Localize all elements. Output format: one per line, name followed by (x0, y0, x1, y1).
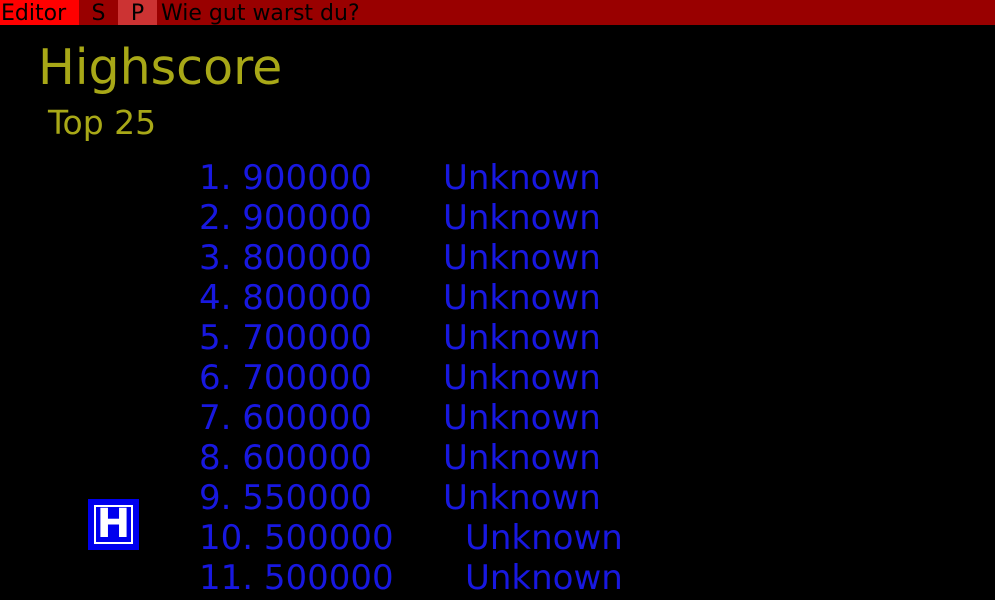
rank: 10. (199, 518, 254, 558)
rank-score: 5. 700000 (199, 318, 372, 358)
score: 700000 (242, 318, 373, 358)
player-name: Unknown (443, 278, 601, 318)
s-menu-button[interactable]: S (79, 0, 118, 26)
score: 600000 (242, 398, 373, 438)
page-title: Highscore (38, 39, 283, 96)
score: 550000 (242, 478, 373, 518)
h-icon-button[interactable]: H (88, 499, 139, 550)
rank: 4. (199, 278, 232, 318)
score: 900000 (242, 198, 373, 238)
player-name: Unknown (443, 198, 601, 238)
rank: 11. (199, 558, 254, 598)
player-name: Unknown (443, 318, 601, 358)
page-subtitle: Top 25 (48, 103, 157, 142)
player-name: Unknown (465, 518, 623, 558)
rank-score: 10. 500000 (199, 518, 394, 558)
score: 500000 (263, 558, 394, 598)
player-name: Unknown (443, 478, 601, 518)
score: 600000 (242, 438, 373, 478)
status-text: Wie gut warst du? (161, 1, 360, 26)
rank-score: 1. 900000 (199, 158, 372, 198)
menu-bar: Editor S P Wie gut warst du? (0, 0, 995, 26)
editor-menu-button[interactable]: Editor (0, 0, 79, 26)
score: 700000 (242, 358, 373, 398)
rank: 9. (199, 478, 232, 518)
rank-score: 11. 500000 (199, 558, 394, 598)
rank: 7. (199, 398, 232, 438)
player-name: Unknown (443, 238, 601, 278)
rank: 5. (199, 318, 232, 358)
p-menu-button[interactable]: P (118, 0, 157, 26)
score: 800000 (242, 238, 373, 278)
score: 500000 (263, 518, 394, 558)
player-name: Unknown (443, 158, 601, 198)
score: 800000 (242, 278, 373, 318)
player-name: Unknown (443, 438, 601, 478)
rank-score: 7. 600000 (199, 398, 372, 438)
player-name: Unknown (443, 358, 601, 398)
score: 900000 (242, 158, 373, 198)
rank-score: 4. 800000 (199, 278, 372, 318)
highscore-screen: Editor S P Wie gut warst du? Highscore T… (0, 0, 995, 600)
rank-score: 9. 550000 (199, 478, 372, 518)
rank: 6. (199, 358, 232, 398)
rank-score: 2. 900000 (199, 198, 372, 238)
h-icon: H (96, 501, 131, 547)
player-name: Unknown (443, 398, 601, 438)
player-name: Unknown (465, 558, 623, 598)
rank-score: 6. 700000 (199, 358, 372, 398)
rank: 2. (199, 198, 232, 238)
rank-score: 8. 600000 (199, 438, 372, 478)
rank: 1. (199, 158, 232, 198)
rank: 8. (199, 438, 232, 478)
rank-score: 3. 800000 (199, 238, 372, 278)
rank: 3. (199, 238, 232, 278)
